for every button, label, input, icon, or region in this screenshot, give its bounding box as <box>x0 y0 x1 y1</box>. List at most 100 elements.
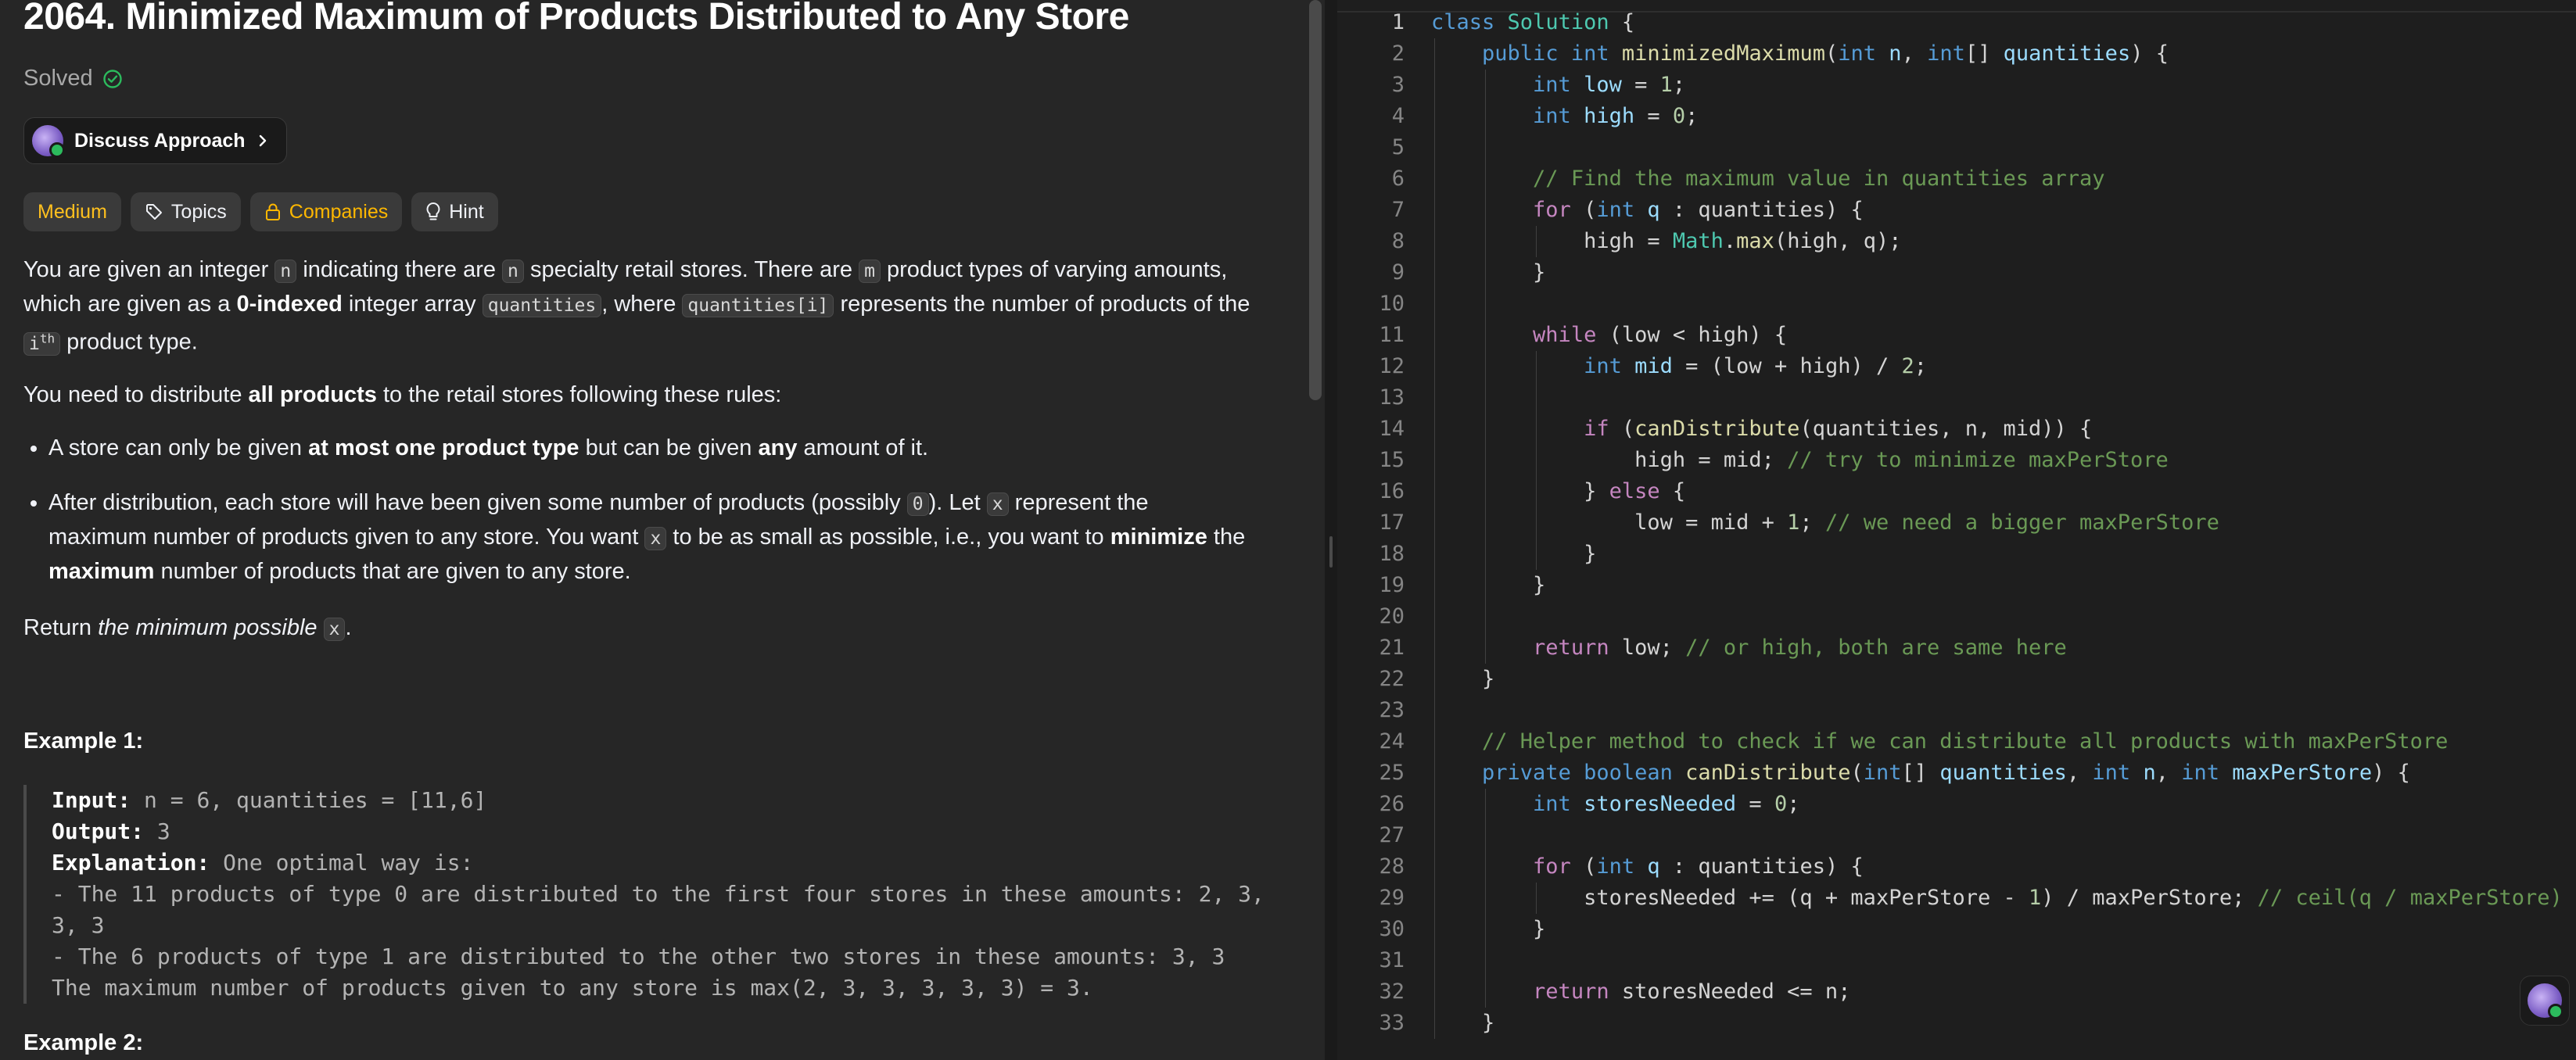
text: amount of it. <box>797 435 929 460</box>
code-line[interactable]: 8 high = Math.max(high, q); <box>1337 226 2576 257</box>
text: represent the <box>1008 490 1149 515</box>
list-item: After distribution, each store will have… <box>48 486 1292 588</box>
code-line[interactable]: 10 <box>1337 288 2576 320</box>
line-number: 33 <box>1379 1011 1405 1035</box>
inline-code: x <box>644 527 667 550</box>
code-text: } <box>1431 1011 1495 1035</box>
code-line[interactable]: 28 for (int q : quantities) { <box>1337 851 2576 883</box>
assistant-button[interactable] <box>2520 976 2570 1026</box>
hint-tag-button[interactable]: Hint <box>411 192 498 231</box>
code-line[interactable]: 12 int mid = (low + high) / 2; <box>1337 351 2576 382</box>
code-text: // Helper method to check if we can dist… <box>1482 729 2449 754</box>
line-number: 9 <box>1391 260 1405 285</box>
code-line[interactable]: 14 if (canDistribute(quantities, n, mid)… <box>1337 414 2576 445</box>
code-text: int high = 0; <box>1533 104 1699 128</box>
code-text: int mid = (low + high) / 2; <box>1584 354 1928 378</box>
indent-guide <box>1484 70 1486 664</box>
inline-code: n <box>502 260 524 283</box>
list-item: A store can only be given at most one pr… <box>48 432 1292 464</box>
lock-icon <box>265 203 280 220</box>
description-scrollbar[interactable] <box>1306 0 1325 1060</box>
code-line[interactable]: 24 // Helper method to check if we can d… <box>1337 726 2576 757</box>
discuss-approach-button[interactable]: Discuss Approach <box>23 117 287 164</box>
inline-code: n <box>274 260 297 283</box>
code-line[interactable]: 32 return storesNeeded <= n; <box>1337 976 2576 1008</box>
code-line[interactable]: 30 } <box>1337 914 2576 945</box>
code-line[interactable]: 23 <box>1337 695 2576 726</box>
line-number: 10 <box>1379 292 1405 316</box>
line-number: 6 <box>1391 167 1405 191</box>
line-number: 4 <box>1391 104 1405 128</box>
topics-label: Topics <box>170 200 227 223</box>
indent-guide <box>1484 789 1486 1008</box>
input-label: Input: <box>52 787 131 813</box>
code-text: int storesNeeded = 0; <box>1533 792 1800 816</box>
code-line[interactable]: 9 } <box>1337 257 2576 288</box>
line-number: 2 <box>1391 41 1405 66</box>
companies-label: Companies <box>289 200 389 223</box>
code-line[interactable]: 4 int high = 0; <box>1337 101 2576 132</box>
text: maximum number of products given to any … <box>48 525 645 550</box>
line-number: 30 <box>1379 917 1405 941</box>
code-line[interactable]: 18 } <box>1337 539 2576 570</box>
inline-code: ith <box>23 331 61 356</box>
code-text: } <box>1431 573 1546 597</box>
explanation-line: 3, 3 <box>52 912 105 938</box>
companies-tag-button[interactable]: Companies <box>249 192 403 231</box>
output-label: Output: <box>52 818 145 844</box>
line-number: 12 <box>1379 354 1405 378</box>
code-line[interactable]: 6 // Find the maximum value in quantitie… <box>1337 163 2576 195</box>
text: represents the number of products of the <box>834 292 1250 317</box>
code-text: // Find the maximum value in quantities … <box>1533 167 2105 191</box>
italic-text: the minimum possible <box>98 615 324 640</box>
code-line[interactable]: 17 low = mid + 1; // we need a bigger ma… <box>1337 507 2576 539</box>
code-line[interactable]: 27 <box>1337 820 2576 851</box>
code-line[interactable]: 22 } <box>1337 664 2576 695</box>
topics-tag-button[interactable]: Topics <box>130 192 241 231</box>
code-editor[interactable]: 1 class Solution {2 public int minimizedM… <box>1337 0 2576 1060</box>
code-line[interactable]: 31 <box>1337 945 2576 976</box>
code-line[interactable]: 33 } <box>1337 1008 2576 1039</box>
text: You need to distribute <box>23 382 249 407</box>
line-number: 18 <box>1379 542 1405 566</box>
resize-grip[interactable] <box>1329 536 1333 568</box>
text: product type. <box>60 329 198 355</box>
bold-text: minimize <box>1110 525 1207 550</box>
text: i <box>29 333 40 354</box>
text: to the retail stores following these rul… <box>376 382 782 407</box>
code-line[interactable]: 20 <box>1337 601 2576 632</box>
code-line[interactable]: 2 public int minimizedMaximum(int n, int… <box>1337 38 2576 70</box>
line-number: 22 <box>1379 667 1405 691</box>
line-number: 5 <box>1391 135 1405 159</box>
inline-code: quantities[i] <box>682 294 834 317</box>
difficulty-badge[interactable]: Medium <box>23 192 121 231</box>
code-line[interactable]: 3 int low = 1; <box>1337 70 2576 101</box>
rules-list: A store can only be given at most one pr… <box>23 432 1292 610</box>
indent-guide <box>1535 351 1537 570</box>
line-number: 31 <box>1379 948 1405 972</box>
explanation-line: The maximum number of products given to … <box>52 975 1093 1001</box>
line-number: 3 <box>1391 73 1405 97</box>
code-line[interactable]: 15 high = mid; // try to minimize maxPer… <box>1337 445 2576 476</box>
line-number: 17 <box>1379 510 1405 535</box>
code-line[interactable]: 19 } <box>1337 570 2576 601</box>
code-line[interactable]: 13 <box>1337 382 2576 414</box>
code-line[interactable]: 29 storesNeeded += (q + maxPerStore - 1)… <box>1337 883 2576 914</box>
online-indicator <box>2548 1004 2563 1019</box>
code-line[interactable]: 25 private boolean canDistribute(int[] q… <box>1337 757 2576 789</box>
code-line[interactable]: 7 for (int q : quantities) { <box>1337 195 2576 226</box>
panel-resize-handle[interactable] <box>1325 0 1337 1060</box>
code-text: class Solution { <box>1431 10 1635 34</box>
avatar <box>32 125 65 158</box>
code-line[interactable]: 5 <box>1337 132 2576 163</box>
inline-code: quantities <box>482 294 602 317</box>
line-number: 26 <box>1379 792 1405 816</box>
code-line[interactable]: 1 class Solution { <box>1337 7 2576 38</box>
code-line[interactable]: 16 } else { <box>1337 476 2576 507</box>
bold-text: at most one product type <box>308 435 579 460</box>
line-number: 16 <box>1379 479 1405 503</box>
scrollbar-thumb[interactable] <box>1309 0 1322 400</box>
code-line[interactable]: 26 int storesNeeded = 0; <box>1337 789 2576 820</box>
code-line[interactable]: 21 return low; // or high, both are same… <box>1337 632 2576 664</box>
code-line[interactable]: 11 while (low < high) { <box>1337 320 2576 351</box>
